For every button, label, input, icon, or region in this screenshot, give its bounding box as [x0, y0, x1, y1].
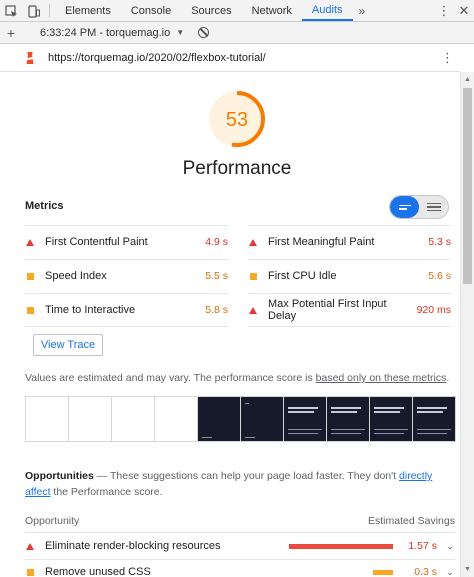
expanded-view-icon[interactable] — [419, 196, 448, 218]
average-square-icon — [248, 272, 258, 280]
metric-name: Speed Index — [45, 270, 107, 282]
fail-triangle-icon — [25, 238, 35, 246]
metric-name: Max Potential First Input Delay — [268, 298, 387, 322]
savings-bar — [289, 543, 393, 549]
metrics-divider — [25, 326, 228, 327]
fail-triangle-icon — [248, 238, 258, 246]
opportunities-title: Opportunities — [25, 470, 94, 482]
close-icon[interactable]: ✕ — [454, 3, 474, 19]
tab-sources[interactable]: Sources — [181, 0, 241, 21]
toolbar-divider — [49, 4, 50, 17]
savings-column-header: Estimated Savings — [368, 515, 455, 527]
fail-triangle-icon — [248, 306, 258, 314]
metric-item: First Contentful Paint 4.9 s — [25, 225, 228, 259]
clear-all-icon[interactable] — [198, 27, 210, 38]
report-menu-icon[interactable]: ⋮ — [441, 50, 454, 66]
category-title: Performance — [182, 158, 292, 179]
tab-network[interactable]: Network — [242, 0, 302, 21]
opportunity-item[interactable]: Eliminate render-blocking resources 1.57… — [25, 533, 455, 559]
opportunities-desc-end: the Performance score. — [50, 486, 163, 498]
devtools-menu-icon[interactable]: ⋮ — [434, 3, 454, 19]
metric-value: 5.5 s — [205, 270, 228, 282]
savings-bar-track — [289, 569, 393, 575]
opportunities-dash: — — [93, 470, 110, 482]
tab-console[interactable]: Console — [121, 0, 181, 21]
average-square-icon — [25, 272, 35, 280]
device-toolbar-icon[interactable] — [22, 0, 44, 22]
opportunity-savings: 0.3 s — [414, 566, 437, 577]
metric-item: Time to Interactive 5.8 s — [25, 293, 228, 327]
savings-bar-track — [289, 543, 393, 549]
metrics-heading: Metrics — [25, 200, 64, 212]
metric-item: First CPU Idle 5.6 s — [248, 259, 451, 293]
metric-item: Speed Index 5.5 s — [25, 259, 228, 293]
devtools-tabbar: Elements Console Sources Network Audits … — [0, 0, 474, 22]
metrics-link[interactable]: based only on these metrics — [316, 372, 447, 384]
metric-value: 5.8 s — [205, 304, 228, 316]
average-square-icon — [25, 306, 35, 314]
chevron-down-icon[interactable]: ⌄ — [445, 567, 455, 577]
opportunity-name: Eliminate render-blocking resources — [45, 540, 221, 552]
compact-view-icon[interactable] — [390, 196, 419, 218]
filmstrip-frame — [327, 397, 370, 441]
tab-elements[interactable]: Elements — [55, 0, 121, 21]
metric-item: Max Potential First Input Delay 920 ms — [248, 293, 451, 327]
filmstrip-frame — [155, 397, 198, 441]
metrics-divider — [248, 326, 451, 327]
view-trace-button[interactable]: View Trace — [33, 334, 103, 356]
metric-name: First CPU Idle — [268, 270, 337, 282]
filmstrip-frame — [112, 397, 155, 441]
filmstrip-frame — [370, 397, 413, 441]
report-selector[interactable]: 6:33:24 PM - torquemag.io ▼ — [40, 27, 184, 39]
filmstrip-frame — [198, 397, 241, 441]
opportunity-savings: 1.57 s — [408, 540, 437, 552]
metric-value: 5.3 s — [428, 236, 451, 248]
metric-name: Time to Interactive — [45, 304, 136, 316]
metrics-view-toggle[interactable] — [389, 195, 449, 219]
scrollbar[interactable]: ▲ ▼ — [460, 72, 474, 577]
chevron-down-icon: ▼ — [176, 28, 185, 37]
metric-item: First Meaningful Paint 5.3 s — [248, 225, 451, 259]
filmstrip-frame — [69, 397, 112, 441]
new-audit-button[interactable]: + — [0, 25, 22, 41]
audited-url[interactable]: https://torquemag.io/2020/02/flexbox-tut… — [48, 52, 266, 64]
audits-toolbar: + 6:33:24 PM - torquemag.io ▼ — [0, 22, 474, 44]
report-selector-label: 6:33:24 PM - torquemag.io — [40, 26, 171, 39]
scroll-down-arrow-icon[interactable]: ▼ — [464, 566, 471, 573]
metric-name: First Contentful Paint — [45, 236, 148, 248]
lighthouse-icon — [26, 51, 34, 64]
metric-name: First Meaningful Paint — [268, 236, 375, 248]
opportunity-name: Remove unused CSS — [45, 566, 151, 577]
savings-bar — [373, 569, 393, 575]
score-note-text: Values are estimated and may vary. The p… — [25, 372, 316, 384]
score-value: 53 — [226, 109, 248, 131]
more-tabs-button[interactable]: » — [353, 0, 372, 21]
tab-audits[interactable]: Audits — [301, 0, 353, 21]
opportunity-column-header: Opportunity — [25, 515, 80, 527]
scroll-up-arrow-icon[interactable]: ▲ — [464, 76, 471, 83]
filmstrip-frame — [413, 397, 455, 441]
metric-value: 4.9 s — [205, 236, 228, 248]
metric-value: 920 ms — [416, 304, 451, 316]
metric-value: 5.6 s — [428, 270, 451, 282]
average-square-icon — [25, 568, 35, 576]
fail-triangle-icon — [25, 542, 35, 550]
chevron-down-icon[interactable]: ⌄ — [445, 541, 455, 552]
filmstrip-frame — [26, 397, 69, 441]
filmstrip-frame — [284, 397, 327, 441]
score-gauge: 53 — [209, 91, 265, 147]
inspect-element-icon[interactable] — [0, 0, 22, 22]
opportunities-description: Opportunities — These suggestions can he… — [25, 468, 445, 500]
opportunities-desc: These suggestions can help your page loa… — [110, 470, 400, 482]
filmstrip — [25, 396, 456, 442]
filmstrip-frame — [241, 397, 284, 441]
opportunity-item[interactable]: Remove unused CSS 0.3 s ⌄ — [25, 559, 455, 577]
score-note: Values are estimated and may vary. The p… — [25, 372, 449, 384]
report-url-bar: https://torquemag.io/2020/02/flexbox-tut… — [0, 44, 460, 72]
scrollbar-thumb[interactable] — [463, 88, 472, 284]
score-note-end: . — [446, 372, 450, 384]
